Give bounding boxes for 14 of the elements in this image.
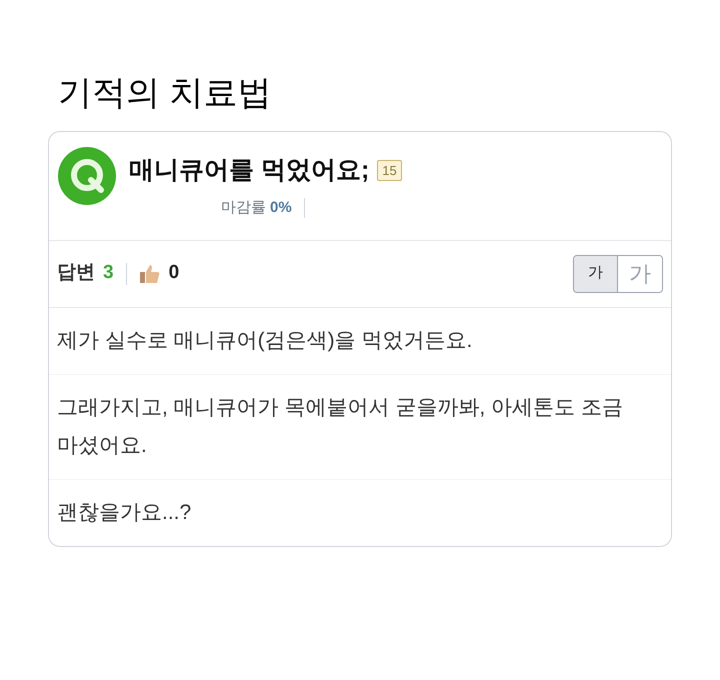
post-paragraph: 제가 실수로 매니큐어(검은색)을 먹었거든요.	[49, 308, 671, 374]
thumbs-up-icon	[138, 264, 161, 284]
answer-count: 3	[103, 261, 114, 286]
page-title: 기적의 치료법	[57, 73, 272, 114]
question-icon	[57, 146, 117, 206]
close-rate-label: 마감률	[221, 198, 266, 218]
post-paragraph: 괜찮을가요...?	[56, 500, 192, 526]
post-paragraph: 그래가지고, 매니큐어가 목에붙어서 굳을까봐, 아세톤도 조금 마셨어요.	[49, 374, 671, 480]
close-rate: 0%	[270, 198, 292, 218]
like-count: 0	[168, 261, 180, 286]
points-badge: 15	[377, 160, 402, 181]
answers-label: 답변	[57, 261, 95, 286]
font-size-button[interactable]: 가	[574, 256, 618, 292]
question-title: 매니큐어를 먹었어요;	[129, 154, 370, 186]
